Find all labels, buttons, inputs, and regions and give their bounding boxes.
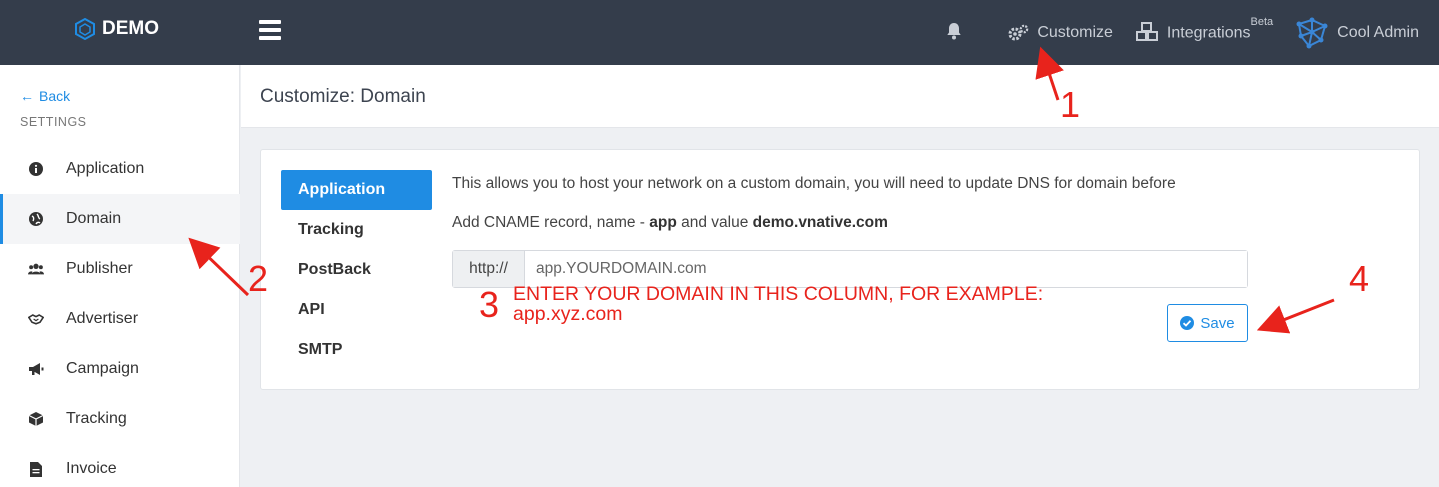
user-menu[interactable]: Cool Admin (1295, 16, 1419, 50)
cname-value: demo.vnative.com (752, 214, 888, 231)
sidebar-item-application[interactable]: Application (0, 144, 240, 194)
protocol-addon: http:// (453, 251, 525, 287)
integrations-label: IntegrationsBeta (1166, 16, 1274, 42)
step-number-4: 4 (1349, 258, 1370, 299)
sidebar-item-publisher[interactable]: Publisher (0, 244, 240, 294)
integrations-menu[interactable]: IntegrationsBeta (1135, 16, 1274, 42)
save-button[interactable]: Save (1167, 304, 1248, 342)
customize-label: Customize (1037, 23, 1113, 41)
logo-icon (75, 18, 95, 40)
sidebar-item-domain[interactable]: Domain (0, 194, 240, 244)
settings-sidebar: ← Back SETTINGS Application Domain Publi… (0, 65, 240, 487)
handshake-icon (28, 311, 44, 327)
users-icon (28, 261, 44, 277)
sidebar-item-invoice[interactable]: Invoice (0, 444, 240, 487)
user-name: Cool Admin (1337, 23, 1419, 41)
sidebar-item-tracking[interactable]: Tracking (0, 394, 240, 444)
domain-description: This allows you to host your network on … (452, 175, 1176, 192)
gears-icon (1008, 24, 1029, 40)
annotation-note: ENTER YOUR DOMAIN IN THIS COLUMN, FOR EX… (513, 283, 1044, 325)
sidebar-item-advertiser[interactable]: Advertiser (0, 294, 240, 344)
step-number-1: 1 (1060, 84, 1081, 125)
cname-instructions: Add CNAME record, name - app and value d… (452, 214, 888, 231)
bell-icon[interactable] (945, 21, 963, 45)
brand-name: DEMO (102, 18, 159, 39)
megaphone-icon (28, 361, 44, 377)
file-icon (28, 461, 44, 477)
sidebar-item-campaign[interactable]: Campaign (0, 344, 240, 394)
brand-logo[interactable]: DEMO (74, 18, 159, 40)
info-circle-icon (28, 161, 44, 177)
settings-section-label: SETTINGS (20, 115, 87, 129)
customize-menu[interactable]: Customize (1007, 24, 1113, 42)
page-header: Customize: Domain (241, 65, 1439, 128)
tab-application[interactable]: Application (281, 170, 432, 210)
step-number-3: 3 (479, 284, 500, 325)
domain-settings-card: Application Tracking PostBack API SMTP T… (260, 149, 1420, 390)
avatar-network-icon (1296, 17, 1328, 48)
back-link[interactable]: ← Back (20, 88, 70, 104)
page-title: Customize: Domain (260, 86, 426, 107)
globe-icon (28, 211, 44, 227)
tab-postback[interactable]: PostBack (281, 250, 432, 290)
cube-icon (28, 411, 44, 427)
tab-smtp[interactable]: SMTP (281, 330, 432, 370)
arrow-left-icon: ← (20, 88, 34, 104)
tab-api[interactable]: API (281, 290, 432, 330)
tab-tracking[interactable]: Tracking (281, 210, 432, 250)
step-number-2: 2 (248, 258, 269, 299)
domain-input[interactable] (525, 251, 1247, 287)
cubes-icon (1135, 22, 1158, 42)
menu-toggle-icon[interactable] (259, 20, 281, 40)
check-circle-icon (1180, 316, 1195, 330)
cname-name: app (649, 214, 677, 231)
beta-badge: Beta (1250, 16, 1274, 29)
top-navbar: DEMO Customize IntegrationsBeta Cool Adm… (0, 0, 1439, 65)
settings-tabs: Application Tracking PostBack API SMTP (281, 170, 432, 370)
